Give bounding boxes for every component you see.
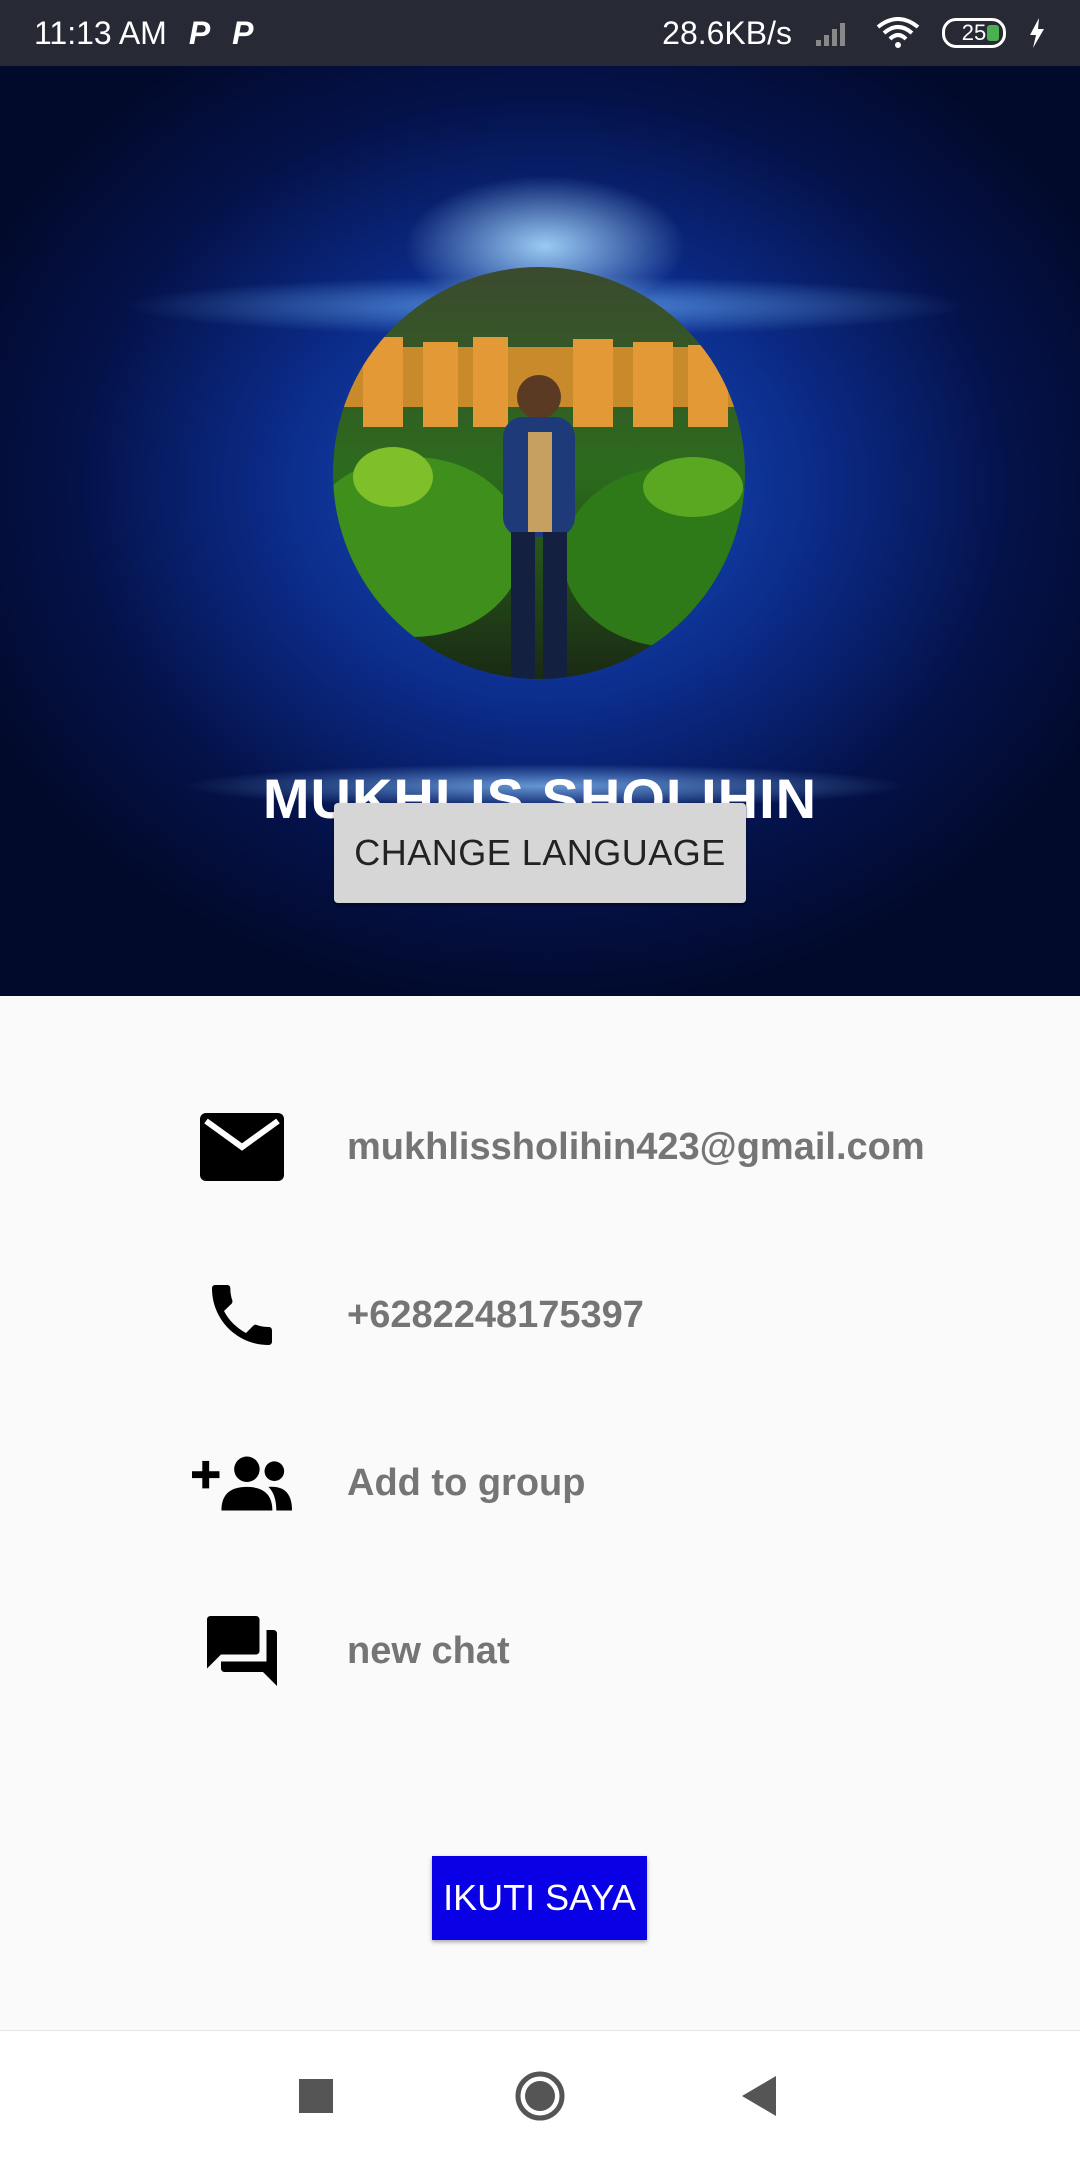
avatar-photo [333,267,745,679]
email-row[interactable]: mukhlissholihin423@gmail.com [0,1087,1080,1207]
follow-button[interactable]: IKUTI SAYA [432,1856,647,1940]
new-chat-row[interactable]: new chat [0,1591,1080,1711]
add-group-text: Add to group [347,1461,586,1504]
email-text: mukhlissholihin423@gmail.com [347,1125,925,1168]
phone-text: +6282248175397 [347,1293,644,1336]
phone-row[interactable]: +6282248175397 [0,1255,1080,1375]
recents-button[interactable] [286,2066,346,2126]
charging-icon [1030,18,1044,48]
back-button[interactable] [730,2066,790,2126]
battery-level: 25 [961,20,987,45]
wifi-icon [876,17,920,48]
recents-icon [299,2079,333,2113]
phone-icon [192,1265,292,1365]
navigation-bar [0,2030,1080,2161]
status-right: 28.6KB/s 25 [662,15,1046,52]
notification-p-icon: P [188,14,211,51]
profile-avatar[interactable] [333,267,745,679]
status-time: 11:13 AM [34,14,167,51]
email-icon [192,1097,292,1197]
status-bar: 11:13 AM P P 28.6KB/s 25 [0,0,1080,66]
signal-icon [816,23,845,46]
home-icon [515,2071,565,2121]
back-icon [742,2076,776,2116]
home-button[interactable] [510,2066,570,2126]
new-chat-text: new chat [347,1629,510,1672]
notification-p-icon: P [232,14,254,51]
add-to-group-row[interactable]: Add to group [0,1423,1080,1543]
change-language-button[interactable]: CHANGE LANGUAGE [334,803,746,903]
network-speed: 28.6KB/s [662,14,792,51]
chat-icon [192,1601,292,1701]
battery-icon: 25 [942,18,1006,48]
profile-header: MUKHLIS SHOLIHIN CHANGE LANGUAGE [0,66,1080,996]
status-left: 11:13 AM P P [34,15,254,52]
add-group-icon [192,1433,292,1533]
